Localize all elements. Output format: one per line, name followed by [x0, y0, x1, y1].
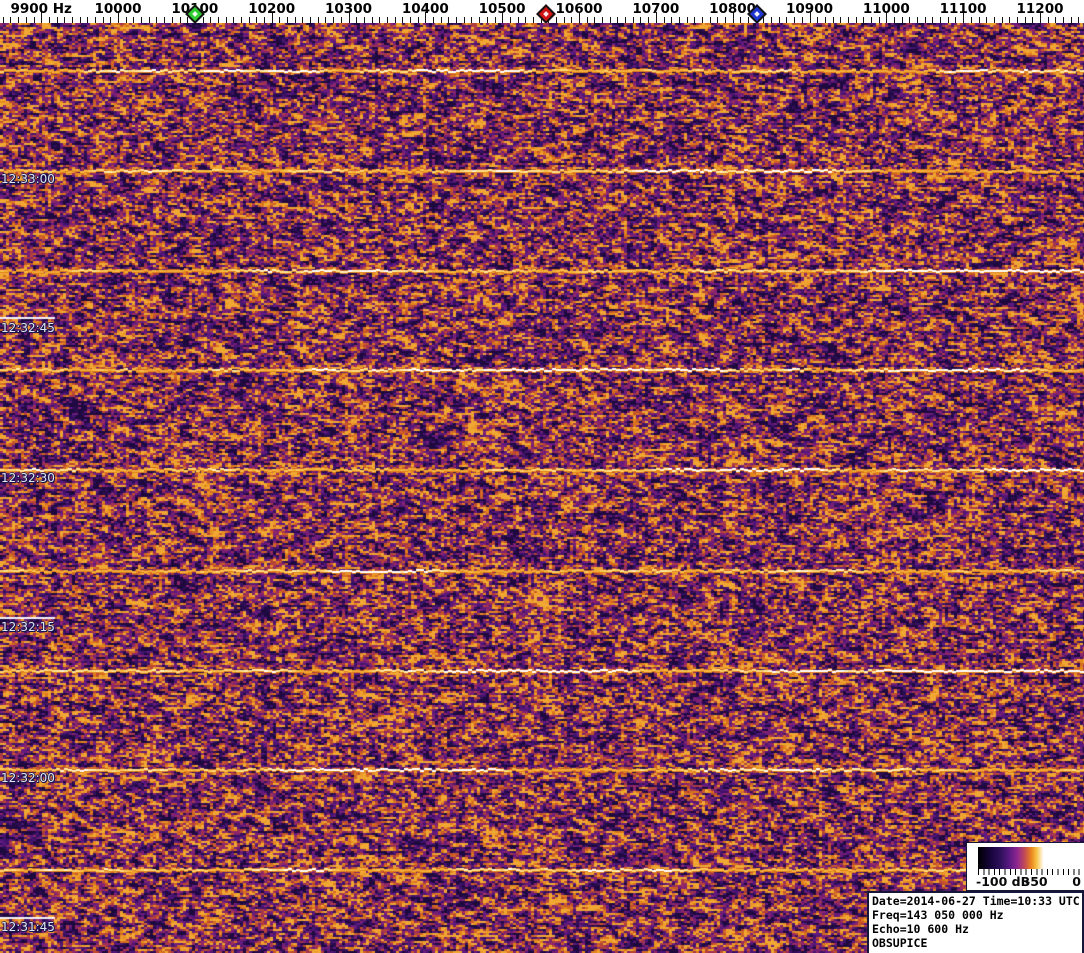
frequency-label: 9900 Hz [10, 1, 72, 17]
frequency-label: 11200 [1016, 1, 1064, 17]
spectrogram-waterfall[interactable] [0, 23, 1084, 953]
frequency-label: 11100 [939, 1, 987, 17]
info-line: Freq=143 050 000 Hz [872, 908, 1004, 922]
time-label: 12:32:00 [1, 771, 55, 785]
time-label: 12:32:15 [1, 620, 55, 634]
info-line: OBSUPICE [872, 936, 928, 950]
frequency-marker-red[interactable] [535, 4, 556, 23]
spectrum-waterfall-window: 9900 Hz100001010010200103001040010500106… [0, 0, 1084, 953]
amplitude-gradient-bar [978, 847, 1084, 869]
frequency-label: 10000 [94, 1, 142, 17]
marker-center-dot [754, 11, 761, 17]
frequency-label: 10700 [632, 1, 680, 17]
scale-label-min: -100 dB [976, 874, 1031, 889]
info-line: Date=2014-06-27 Time=10:33 UTC [872, 894, 1080, 908]
info-line: Echo=10 600 Hz [872, 922, 969, 936]
frequency-label: 10200 [248, 1, 296, 17]
frequency-label: 11000 [862, 1, 910, 17]
time-label: 12:31:45 [1, 920, 55, 934]
frequency-label: 10300 [325, 1, 372, 17]
scale-label-max: 0 [1072, 874, 1081, 889]
observation-info-box: Date=2014-06-27 Time=10:33 UTC Freq=143 0… [867, 891, 1084, 953]
time-label: 12:33:00 [1, 172, 55, 186]
scale-label-mid: -50 [1025, 874, 1048, 889]
frequency-label: 10400 [401, 1, 449, 17]
time-label: 12:32:30 [1, 471, 55, 485]
frequency-label: 10600 [555, 1, 603, 17]
frequency-label: 10500 [478, 1, 526, 17]
marker-center-dot [191, 11, 198, 17]
marker-center-dot [543, 11, 549, 17]
frequency-label: 10900 [786, 1, 833, 17]
amplitude-color-scale[interactable]: -100 dB -50 0 [966, 842, 1084, 891]
time-label: 12:32:45 [1, 321, 55, 335]
frequency-scale-ruler[interactable]: 9900 Hz100001010010200103001040010500106… [0, 0, 1084, 23]
